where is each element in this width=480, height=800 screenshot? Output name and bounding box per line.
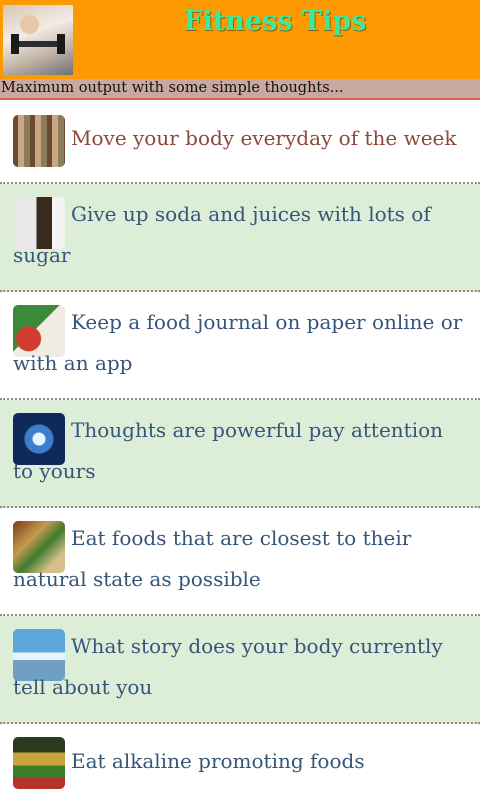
tip-item[interactable]: Move your body everyday of the week <box>0 102 480 184</box>
tip-item[interactable]: Give up soda and juices with lots of sug… <box>0 184 480 292</box>
tip-item[interactable]: What story does your body currently tell… <box>0 616 480 724</box>
app-header: Fitness Tips <box>0 0 480 79</box>
tip-item[interactable]: Eat alkaline promoting foods <box>0 724 480 800</box>
tip-text: Eat alkaline promoting foods <box>71 749 365 773</box>
tip-text: Thoughts are powerful pay attention to y… <box>13 418 444 483</box>
tip-text: Eat foods that are closest to their natu… <box>13 526 412 591</box>
tip-text: Move your body everyday of the week <box>71 126 457 150</box>
tip-text: What story does your body currently tell… <box>13 634 443 699</box>
tip-item[interactable]: Thoughts are powerful pay attention to y… <box>0 400 480 508</box>
app-title: Fitness Tips <box>183 6 367 37</box>
tip-text: Give up soda and juices with lots of sug… <box>13 202 431 267</box>
tip-item[interactable]: Eat foods that are closest to their natu… <box>0 508 480 616</box>
subtitle-bar: Maximum output with some simple thoughts… <box>0 79 480 100</box>
header-photo <box>3 5 73 75</box>
subtitle-text: Maximum output with some simple thoughts… <box>1 80 344 96</box>
tip-text: Keep a food journal on paper online or w… <box>13 310 463 375</box>
tip-item[interactable]: Keep a food journal on paper online or w… <box>0 292 480 400</box>
